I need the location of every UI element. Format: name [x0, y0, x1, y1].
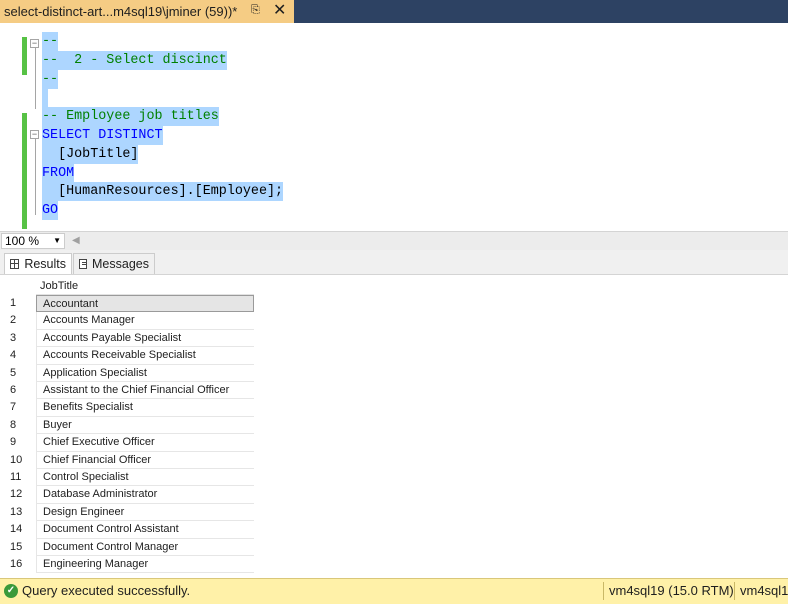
table-cell-jobtitle[interactable]: Assistant to the Chief Financial Officer	[36, 382, 254, 400]
status-divider	[734, 582, 735, 600]
grid-icon	[10, 259, 20, 269]
pin-icon[interactable]: ⎘	[251, 4, 260, 17]
table-row[interactable]: 3 Accounts Payable Specialist	[0, 329, 254, 348]
table-row[interactable]: 5 Application Specialist	[0, 364, 254, 382]
table-cell-jobtitle[interactable]: Accounts Receivable Specialist	[36, 347, 254, 365]
table-cell-jobtitle[interactable]: Chief Executive Officer	[36, 434, 254, 452]
table-cell-jobtitle[interactable]: Document Control Manager	[36, 538, 254, 556]
row-number[interactable]: 1	[10, 295, 16, 312]
row-number[interactable]: 6	[10, 382, 16, 399]
table-cell-jobtitle[interactable]: Benefits Specialist	[36, 399, 254, 417]
table-cell-jobtitle[interactable]: Chief Financial Officer	[36, 451, 254, 469]
row-number[interactable]: 2	[10, 312, 16, 329]
table-cell-jobtitle[interactable]: Engineering Manager	[36, 556, 254, 574]
table-row[interactable]: 13 Design Engineer	[0, 503, 254, 522]
results-tab-strip: Results Messages	[0, 250, 788, 274]
code-line: --	[42, 70, 59, 89]
row-number[interactable]: 7	[10, 399, 16, 416]
table-cell-jobtitle[interactable]: Database Administrator	[36, 486, 254, 504]
query-editor[interactable]: − − -- -- 2 - Select discinct -- -- Empl…	[0, 23, 788, 231]
chevron-down-icon[interactable]: ▼	[53, 234, 61, 248]
tab-results-label: Results	[24, 257, 66, 271]
table-row[interactable]: 4 Accounts Receivable Specialist	[0, 347, 254, 365]
table-row[interactable]: 1 Accountant	[0, 295, 254, 313]
zoom-select[interactable]: 100 % ▼	[1, 233, 65, 249]
code-line	[42, 89, 48, 108]
table-row[interactable]: 12 Database Administrator	[0, 486, 254, 504]
messages-icon	[79, 259, 88, 269]
table-row[interactable]: 14 Document Control Assistant	[0, 521, 254, 539]
row-number[interactable]: 13	[10, 504, 22, 521]
row-number[interactable]: 9	[10, 434, 16, 451]
zoom-value: 100 %	[5, 234, 40, 248]
row-number[interactable]: 11	[10, 469, 21, 486]
code-line: GO	[42, 201, 59, 220]
document-tab-title: select-distinct-art...m4sql19\jminer (59…	[4, 4, 238, 19]
results-grid[interactable]: JobTitle 1 Accountant 2 Accounts Manager 3 Ac…	[0, 274, 788, 579]
table-row[interactable]: 8 Buyer	[0, 416, 254, 435]
code-line: [JobTitle]	[42, 145, 139, 164]
collapse-icon[interactable]: −	[30, 39, 39, 48]
table-cell-jobtitle[interactable]: Accountant	[36, 295, 254, 313]
code-line: [HumanResources].[Employee];	[42, 182, 284, 201]
document-tab[interactable]: select-distinct-art...m4sql19\jminer (59…	[0, 0, 294, 23]
row-number[interactable]: 15	[10, 539, 22, 556]
zoom-bar: 100 % ▼ ◀	[0, 231, 788, 251]
row-number[interactable]: 12	[10, 486, 22, 503]
table-cell-jobtitle[interactable]: Control Specialist	[36, 469, 254, 487]
row-number[interactable]: 5	[10, 365, 16, 382]
code-line: --	[42, 32, 59, 51]
tab-messages[interactable]: Messages	[73, 253, 155, 274]
tab-messages-label: Messages	[92, 257, 149, 271]
collapse-icon[interactable]: −	[30, 130, 39, 139]
row-number[interactable]: 4	[10, 347, 16, 364]
table-row[interactable]: 11 Control Specialist	[0, 469, 254, 487]
column-header-jobtitle[interactable]: JobTitle	[36, 278, 254, 295]
success-check-icon: ✓	[4, 584, 18, 598]
table-cell-jobtitle[interactable]: Buyer	[36, 416, 254, 435]
row-number[interactable]: 8	[10, 417, 16, 434]
fold-line	[35, 139, 36, 215]
row-number[interactable]: 16	[10, 556, 22, 573]
table-row[interactable]: 6 Assistant to the Chief Financial Office…	[0, 382, 254, 400]
status-divider	[603, 582, 604, 600]
fold-line	[35, 45, 36, 109]
close-icon[interactable]: ✕	[273, 1, 286, 21]
table-cell-jobtitle[interactable]: Document Control Assistant	[36, 521, 254, 539]
code-line: -- Employee job titles	[42, 107, 219, 126]
row-number[interactable]: 10	[10, 452, 22, 469]
table-cell-jobtitle[interactable]: Accounts Manager	[36, 312, 254, 330]
document-tab-bar: select-distinct-art...m4sql19\jminer (59…	[0, 0, 788, 23]
code-line: -- 2 - Select discinct	[42, 51, 227, 70]
table-cell-jobtitle[interactable]: Accounts Payable Specialist	[36, 329, 254, 348]
code-line: SELECT DISTINCT	[42, 126, 163, 145]
table-cell-jobtitle[interactable]: Application Specialist	[36, 364, 254, 382]
status-message: Query executed successfully.	[22, 583, 191, 598]
row-number[interactable]: 3	[10, 330, 16, 347]
table-row[interactable]: 16 Engineering Manager	[0, 556, 254, 574]
status-server: vm4sql19 (15.0 RTM)	[609, 583, 734, 598]
table-row[interactable]: 7 Benefits Specialist	[0, 399, 254, 417]
tab-results[interactable]: Results	[4, 253, 72, 274]
scroll-left-icon[interactable]: ◀	[72, 235, 80, 246]
table-row[interactable]: 2 Accounts Manager	[0, 312, 254, 330]
table-row[interactable]: 9 Chief Executive Officer	[0, 434, 254, 452]
table-row[interactable]: 15 Document Control Manager	[0, 538, 254, 556]
change-marker	[22, 37, 27, 75]
change-marker	[22, 113, 27, 229]
status-bar: ✓ Query executed successfully. vm4sql19 …	[0, 578, 788, 604]
code-line: FROM	[42, 164, 75, 183]
row-number[interactable]: 14	[10, 521, 22, 538]
status-server-login: vm4sql1	[740, 583, 788, 598]
table-cell-jobtitle[interactable]: Design Engineer	[36, 503, 254, 522]
table-row[interactable]: 10 Chief Financial Officer	[0, 451, 254, 469]
